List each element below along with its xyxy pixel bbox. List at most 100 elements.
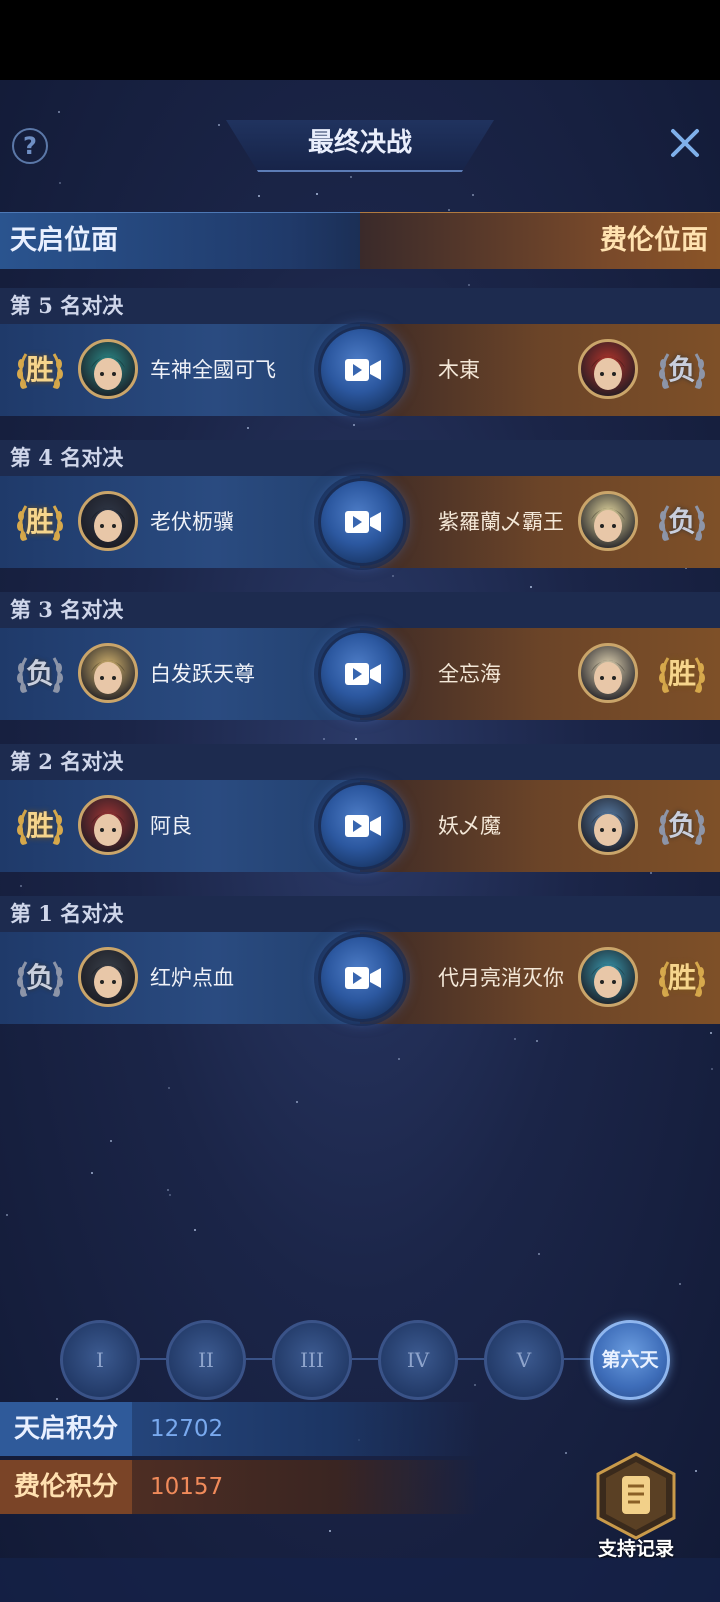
- star-decoration: [695, 1470, 697, 1472]
- lose-badge: 负: [654, 496, 710, 548]
- star-decoration: [91, 1172, 93, 1174]
- star-decoration: [323, 738, 325, 740]
- match-row: 胜 阿良 妖乄魔 负: [0, 780, 720, 872]
- star-decoration: [258, 195, 260, 197]
- score-value-feilun: 10157: [150, 1474, 224, 1500]
- hero-portrait-icon: [591, 964, 625, 998]
- result-label: 负: [667, 505, 696, 538]
- star-decoration: [514, 1038, 516, 1040]
- player-avatar[interactable]: [578, 491, 638, 551]
- video-camera-icon: [345, 663, 381, 685]
- match-card: 第 2 名对决 胜 阿良 妖乄魔 负: [0, 744, 720, 872]
- match-title: 第 1 名对决: [0, 896, 720, 932]
- question-mark-icon: ?: [23, 132, 37, 160]
- replay-button[interactable]: [318, 478, 406, 566]
- star-decoration: [167, 1189, 169, 1191]
- round-connector: [140, 1358, 166, 1360]
- star-decoration: [536, 1040, 538, 1042]
- round-button[interactable]: 第六天: [590, 1320, 670, 1400]
- hero-portrait-icon: [591, 660, 625, 694]
- replay-button[interactable]: [318, 782, 406, 870]
- star-decoration: [710, 1032, 712, 1034]
- faction-left-name: 天启位面: [10, 225, 118, 256]
- player-name-right: 全忘海: [438, 662, 501, 686]
- player-avatar[interactable]: [78, 947, 138, 1007]
- result-label: 胜: [25, 505, 54, 538]
- star-decoration: [679, 1283, 681, 1285]
- win-badge: 胜: [12, 496, 68, 548]
- video-camera-icon: [345, 967, 381, 989]
- star-decoration: [711, 1068, 713, 1070]
- player-name-left: 车神全國可飞: [150, 358, 276, 382]
- match-row: 负 红炉点血 代月亮消灭你 胜: [0, 932, 720, 1024]
- player-avatar[interactable]: [578, 339, 638, 399]
- final-battle-screen: ? 最终决战 天启位面 费伦位面 第 5 名对决 胜 车神全國可飞 木東 负 第…: [0, 80, 720, 1602]
- star-decoration: [468, 284, 470, 286]
- win-badge: 胜: [654, 648, 710, 700]
- round-button[interactable]: V: [484, 1320, 564, 1400]
- star-decoration: [296, 1101, 298, 1103]
- player-avatar[interactable]: [78, 339, 138, 399]
- hero-portrait-icon: [91, 964, 125, 998]
- hero-portrait-icon: [591, 356, 625, 390]
- replay-button[interactable]: [318, 326, 406, 414]
- player-name-left: 老伏枥骥: [150, 510, 234, 534]
- page-title: 最终决战: [307, 128, 412, 158]
- replay-button[interactable]: [318, 630, 406, 718]
- help-button[interactable]: ?: [12, 128, 48, 164]
- star-decoration: [316, 193, 318, 195]
- round-button[interactable]: III: [272, 1320, 352, 1400]
- player-name-left: 阿良: [150, 814, 192, 838]
- hero-portrait-icon: [91, 356, 125, 390]
- star-decoration: [650, 872, 652, 874]
- player-avatar[interactable]: [578, 795, 638, 855]
- star-decoration: [565, 1452, 567, 1454]
- lose-badge: 负: [654, 344, 710, 396]
- match-row: 负 白发跃天尊 全忘海 胜: [0, 628, 720, 720]
- hero-portrait-icon: [91, 508, 125, 542]
- player-avatar[interactable]: [578, 643, 638, 703]
- scroll-document-icon: [596, 1452, 676, 1540]
- player-avatar[interactable]: [78, 491, 138, 551]
- star-decoration: [329, 1530, 331, 1532]
- status-bar-area: [0, 0, 720, 80]
- replay-button[interactable]: [318, 934, 406, 1022]
- match-title: 第 2 名对决: [0, 744, 720, 780]
- faction-right-name: 费伦位面: [600, 225, 708, 256]
- round-button[interactable]: II: [166, 1320, 246, 1400]
- result-label: 负: [25, 657, 54, 690]
- lose-badge: 负: [654, 800, 710, 852]
- round-connector: [246, 1358, 272, 1360]
- match-title: 第 4 名对决: [0, 440, 720, 476]
- match-title: 第 5 名对决: [0, 288, 720, 324]
- score-label-tianqi: 天启积分: [0, 1402, 132, 1456]
- close-icon: [671, 129, 699, 157]
- win-badge: 胜: [12, 800, 68, 852]
- player-avatar[interactable]: [78, 795, 138, 855]
- player-avatar[interactable]: [578, 947, 638, 1007]
- player-avatar[interactable]: [78, 643, 138, 703]
- match-card: 第 4 名对决 胜 老伏枥骥 紫羅蘭乄霸王 负: [0, 440, 720, 568]
- support-record-button[interactable]: 支持记录: [590, 1450, 682, 1570]
- win-badge: 胜: [12, 344, 68, 396]
- result-label: 胜: [25, 353, 54, 386]
- video-camera-icon: [345, 815, 381, 837]
- star-decoration: [392, 575, 394, 577]
- star-decoration: [530, 586, 532, 588]
- result-label: 负: [25, 961, 54, 994]
- star-decoration: [472, 194, 474, 196]
- round-button[interactable]: I: [60, 1320, 140, 1400]
- win-badge: 胜: [654, 952, 710, 1004]
- match-title: 第 3 名对决: [0, 592, 720, 628]
- bottom-strip: [0, 1558, 720, 1602]
- star-decoration: [6, 1214, 8, 1216]
- round-connector: [564, 1358, 590, 1360]
- player-name-right: 紫羅蘭乄霸王: [438, 510, 564, 534]
- star-decoration: [355, 738, 357, 740]
- match-row: 胜 老伏枥骥 紫羅蘭乄霸王 负: [0, 476, 720, 568]
- close-button[interactable]: [668, 126, 702, 160]
- star-decoration: [247, 427, 249, 429]
- faction-left-banner: 天启位面: [0, 212, 360, 269]
- round-button[interactable]: IV: [378, 1320, 458, 1400]
- match-row: 胜 车神全國可飞 木東 负: [0, 324, 720, 416]
